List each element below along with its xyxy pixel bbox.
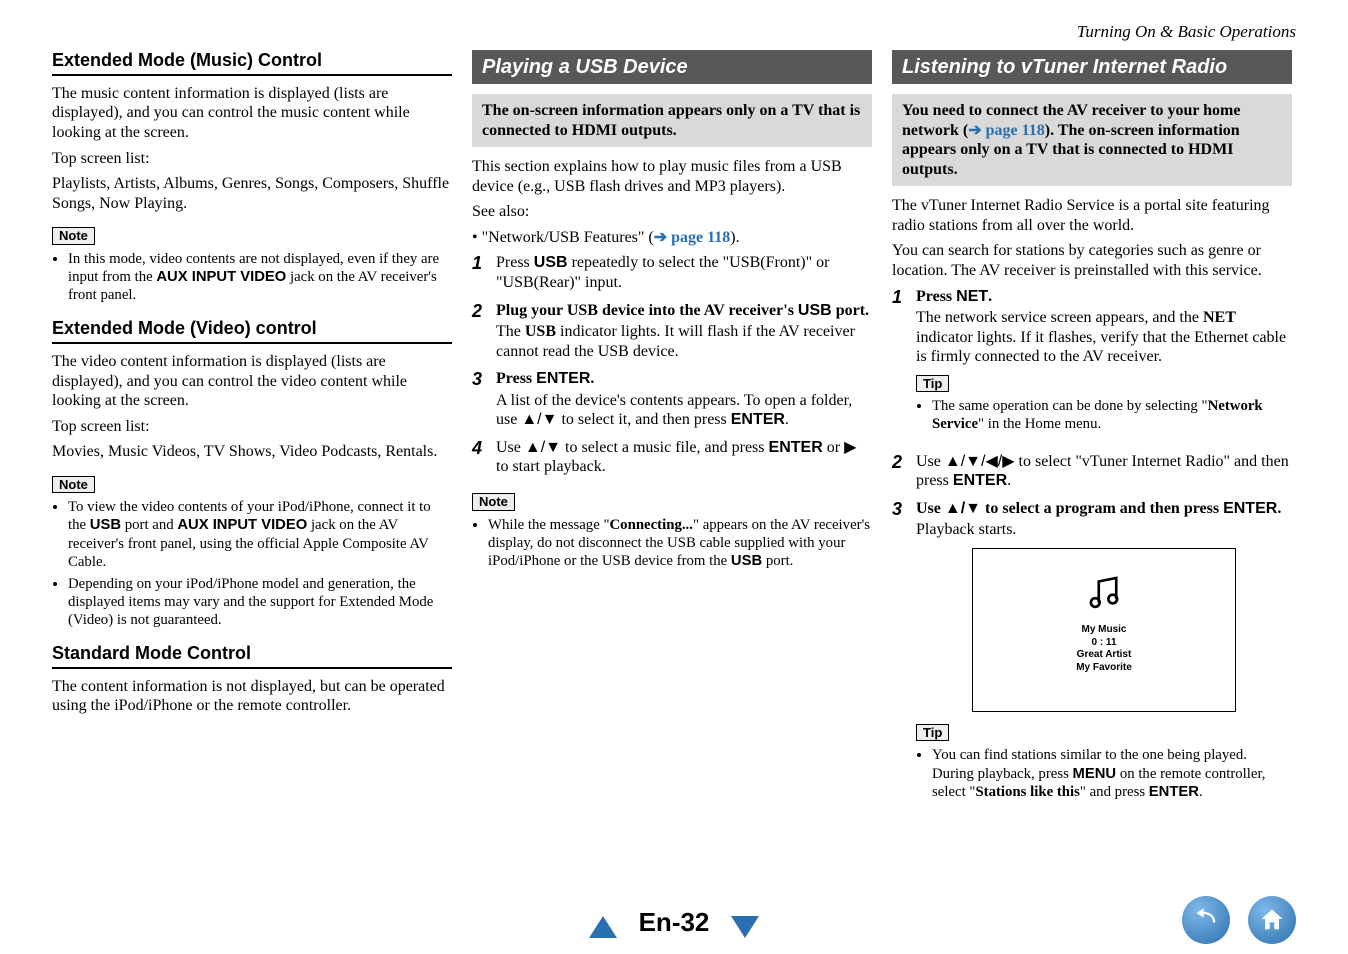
step-text: Plug your USB device into the AV receive… bbox=[496, 301, 872, 362]
body-text: You can search for stations by categorie… bbox=[892, 241, 1292, 280]
section-banner: Playing a USB Device bbox=[472, 50, 872, 84]
step-list: 1 Press NET. The network service screen … bbox=[892, 287, 1292, 811]
tip-list: The same operation can be done by select… bbox=[916, 397, 1292, 433]
step-number: 3 bbox=[472, 369, 486, 430]
step-text: Press NET. The network service screen ap… bbox=[916, 287, 1292, 444]
step: 2 Plug your USB device into the AV recei… bbox=[472, 301, 872, 362]
playback-screenshot: My Music 0 : 11 Great Artist My Favorite bbox=[972, 548, 1236, 712]
note-item: To view the video contents of your iPod/… bbox=[68, 498, 452, 570]
home-button[interactable] bbox=[1248, 896, 1296, 944]
page-footer: En-32 bbox=[0, 907, 1348, 938]
heading-rule bbox=[52, 74, 452, 76]
prev-page-icon[interactable] bbox=[589, 916, 617, 938]
highlight-box: The on-screen information appears only o… bbox=[472, 94, 872, 147]
note-badge: Note bbox=[52, 476, 95, 494]
step-number: 2 bbox=[472, 301, 486, 362]
column-3: Listening to vTuner Internet Radio You n… bbox=[892, 50, 1292, 819]
step-list: 1 Press USB repeatedly to select the "US… bbox=[472, 253, 872, 476]
step-number: 3 bbox=[892, 499, 906, 811]
body-text: Top screen list: bbox=[52, 417, 452, 437]
note-list: To view the video contents of your iPod/… bbox=[52, 498, 452, 628]
chapter-title: Turning On & Basic Operations bbox=[1077, 22, 1296, 42]
step: 3 Use ▲/▼ to select a program and then p… bbox=[892, 499, 1292, 811]
step-number: 1 bbox=[472, 253, 486, 292]
page-link[interactable]: ➔ page 118 bbox=[968, 122, 1045, 139]
page-link[interactable]: ➔ page 118 bbox=[654, 229, 731, 246]
step-text: Use ▲/▼/◀/▶ to select "vTuner Internet R… bbox=[916, 452, 1292, 491]
body-text: The content information is not displayed… bbox=[52, 677, 452, 716]
step-text: Use ▲/▼ to select a music file, and pres… bbox=[496, 438, 872, 477]
section-banner: Listening to vTuner Internet Radio bbox=[892, 50, 1292, 84]
body-text: See also: bbox=[472, 202, 872, 222]
heading-rule bbox=[52, 342, 452, 344]
three-columns: Extended Mode (Music) Control The music … bbox=[52, 50, 1296, 819]
heading-rule bbox=[52, 667, 452, 669]
step-number: 2 bbox=[892, 452, 906, 491]
back-button[interactable] bbox=[1182, 896, 1230, 944]
note-item: While the message "Connecting..." appear… bbox=[488, 516, 872, 570]
screenshot-line: 0 : 11 bbox=[973, 637, 1235, 650]
body-text: Playlists, Artists, Albums, Genres, Song… bbox=[52, 174, 452, 213]
screenshot-line: Great Artist bbox=[973, 649, 1235, 662]
step: 2 Use ▲/▼/◀/▶ to select "vTuner Internet… bbox=[892, 452, 1292, 491]
nav-icons bbox=[1182, 896, 1296, 944]
step: 1 Press USB repeatedly to select the "US… bbox=[472, 253, 872, 292]
page-root: Turning On & Basic Operations Extended M… bbox=[0, 0, 1348, 954]
music-note-icon bbox=[1083, 571, 1125, 613]
column-2: Playing a USB Device The on-screen infor… bbox=[472, 50, 872, 819]
tip-badge: Tip bbox=[916, 724, 949, 742]
step-number: 1 bbox=[892, 287, 906, 444]
screenshot-line: My Favorite bbox=[973, 662, 1235, 675]
highlight-box: You need to connect the AV receiver to y… bbox=[892, 94, 1292, 186]
screenshot-line: My Music bbox=[973, 624, 1235, 637]
body-text: The video content information is display… bbox=[52, 352, 452, 411]
step-text: Use ▲/▼ to select a program and then pre… bbox=[916, 499, 1292, 811]
section-heading: Standard Mode Control bbox=[52, 643, 452, 665]
step: 4 Use ▲/▼ to select a music file, and pr… bbox=[472, 438, 872, 477]
note-item: Depending on your iPod/iPhone model and … bbox=[68, 575, 452, 629]
note-list: In this mode, video contents are not dis… bbox=[52, 250, 452, 304]
step-text: Press ENTER. A list of the device's cont… bbox=[496, 369, 872, 430]
body-text: The vTuner Internet Radio Service is a p… bbox=[892, 196, 1292, 235]
back-arrow-icon bbox=[1192, 906, 1220, 934]
section-heading: Extended Mode (Video) control bbox=[52, 318, 452, 340]
step: 3 Press ENTER. A list of the device's co… bbox=[472, 369, 872, 430]
tip-item: You can find stations similar to the one… bbox=[932, 746, 1292, 800]
body-text: Top screen list: bbox=[52, 149, 452, 169]
tip-badge: Tip bbox=[916, 375, 949, 393]
home-icon bbox=[1258, 906, 1286, 934]
body-text: Movies, Music Videos, TV Shows, Video Po… bbox=[52, 442, 452, 462]
body-text: This section explains how to play music … bbox=[472, 157, 872, 196]
tip-list: You can find stations similar to the one… bbox=[916, 746, 1292, 800]
note-badge: Note bbox=[472, 493, 515, 511]
body-text: • "Network/USB Features" (➔ page 118). bbox=[472, 228, 872, 248]
page-number: En-32 bbox=[639, 907, 710, 937]
step: 1 Press NET. The network service screen … bbox=[892, 287, 1292, 444]
note-item: In this mode, video contents are not dis… bbox=[68, 250, 452, 304]
column-1: Extended Mode (Music) Control The music … bbox=[52, 50, 452, 819]
note-list: While the message "Connecting..." appear… bbox=[472, 516, 872, 570]
note-badge: Note bbox=[52, 227, 95, 245]
next-page-icon[interactable] bbox=[731, 916, 759, 938]
step-text: Press USB repeatedly to select the "USB(… bbox=[496, 253, 872, 292]
body-text: The music content information is display… bbox=[52, 84, 452, 143]
step-number: 4 bbox=[472, 438, 486, 477]
section-heading: Extended Mode (Music) Control bbox=[52, 50, 452, 72]
tip-item: The same operation can be done by select… bbox=[932, 397, 1292, 433]
